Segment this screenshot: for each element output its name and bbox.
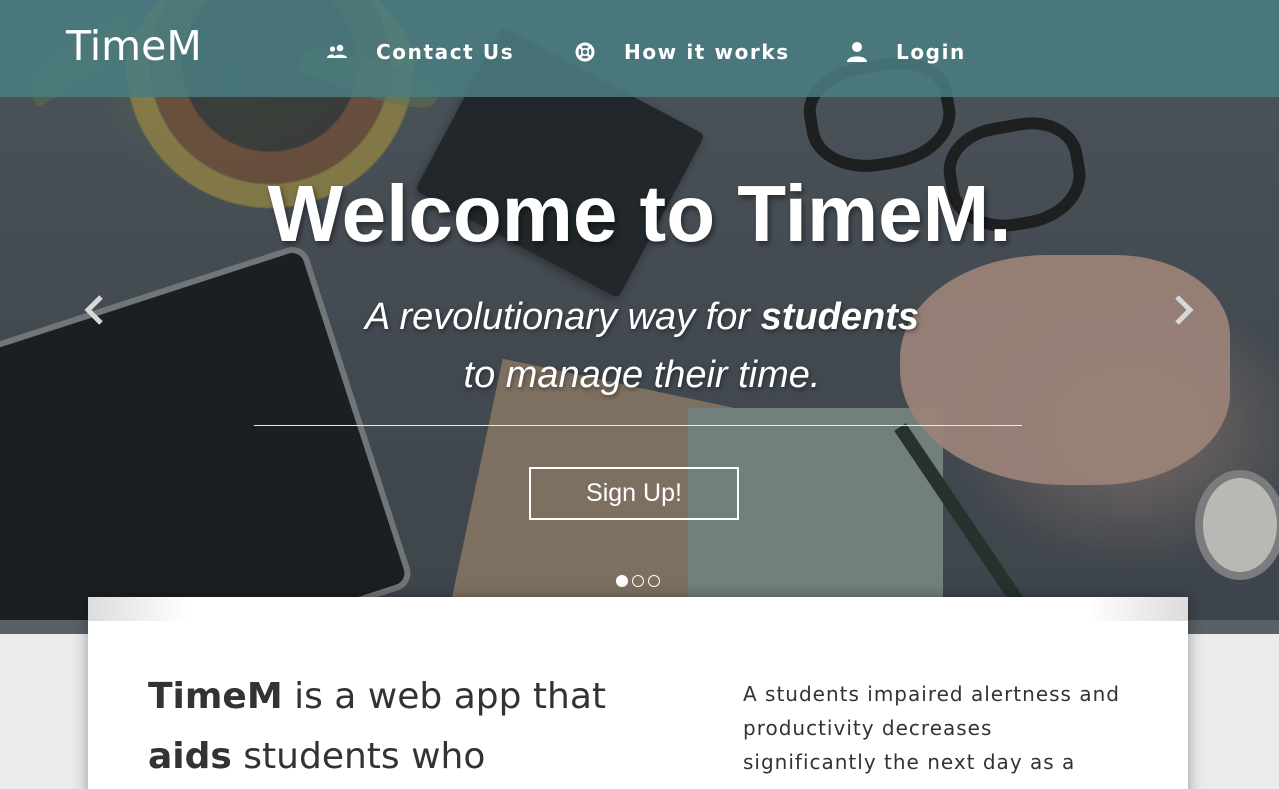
intro-lead-mid: is a web app that (282, 676, 607, 717)
nav-how-label: How it works (624, 40, 790, 64)
carousel-indicator[interactable] (616, 575, 628, 587)
intro-lead-end: students who (231, 736, 486, 777)
nav-login[interactable]: Login (846, 37, 966, 67)
carousel-indicator[interactable] (648, 575, 660, 587)
intro-brand: TimeM (148, 676, 283, 717)
hero-title: Welcome to TimeM. (267, 169, 1012, 258)
hero-divider (254, 425, 1022, 426)
hero-subtitle-bold: students (760, 296, 919, 338)
nav-contact-us[interactable]: Contact Us (326, 37, 514, 67)
carousel-indicator[interactable] (632, 575, 644, 587)
nav-contact-label: Contact Us (376, 40, 515, 64)
chevron-left-icon (84, 295, 103, 325)
nav-how-it-works[interactable]: How it works (574, 37, 790, 67)
carousel-next-button[interactable] (1164, 290, 1204, 330)
intro-lead: TimeM is a web app that aids students wh… (148, 667, 668, 787)
carousel-indicators (616, 575, 660, 587)
user-icon (846, 41, 868, 63)
hero-subtitle-post: to manage their time. (463, 354, 821, 396)
nav-login-label: Login (896, 40, 966, 64)
carousel-prev-button[interactable] (74, 290, 114, 330)
navbar: TimeM Contact Us How it works Login (0, 0, 1279, 97)
hero-subtitle-pre: A revolutionary way for (364, 296, 761, 338)
brand-logo[interactable]: TimeM (66, 22, 202, 70)
lifebuoy-icon (574, 41, 596, 63)
chevron-right-icon (1175, 295, 1194, 325)
intro-card: TimeM is a web app that aids students wh… (88, 597, 1188, 789)
signup-button[interactable]: Sign Up! (529, 467, 739, 520)
hero-subtitle: A revolutionary way for students to mana… (0, 288, 1279, 404)
intro-aids: aids (148, 736, 232, 777)
intro-paragraph: A students impaired alertness and produc… (743, 682, 1120, 774)
people-icon (326, 41, 348, 63)
